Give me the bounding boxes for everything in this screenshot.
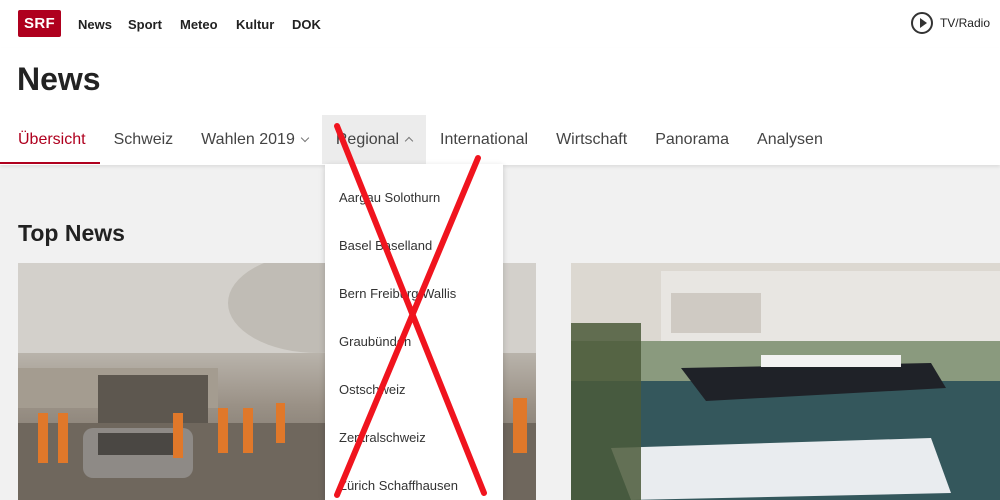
dropdown-item-zuerich-schaffhausen[interactable]: Zürich Schaffhausen bbox=[339, 478, 458, 493]
tab-international[interactable]: International bbox=[426, 115, 542, 164]
tab-label: Wahlen 2019 bbox=[201, 130, 295, 148]
tv-radio-link[interactable]: TV/Radio bbox=[910, 12, 990, 34]
section-title-top-news: Top News bbox=[18, 220, 125, 246]
tab-analysen[interactable]: Analysen bbox=[743, 115, 837, 164]
nav-sport[interactable]: Sport bbox=[128, 17, 162, 32]
page-title: News bbox=[17, 61, 101, 97]
sub-navigation: Übersicht Schweiz Wahlen 2019 Regional I… bbox=[0, 115, 837, 164]
tab-schweiz[interactable]: Schweiz bbox=[100, 115, 188, 164]
tab-label: Wirtschaft bbox=[556, 130, 628, 148]
play-icon bbox=[910, 12, 933, 34]
tab-label: Übersicht bbox=[18, 130, 86, 148]
dropdown-item-aargau-solothurn[interactable]: Aargau Solothurn bbox=[339, 190, 440, 205]
tab-label: Analysen bbox=[757, 130, 823, 148]
title-area: News Übersicht Schweiz Wahlen 2019 Regio… bbox=[0, 48, 1000, 165]
nav-dok[interactable]: DOK bbox=[292, 17, 321, 32]
dropdown-item-bern-freiburg-wallis[interactable]: Bern Freiburg Wallis bbox=[339, 286, 456, 301]
tv-radio-label: TV/Radio bbox=[939, 16, 990, 30]
tab-wirtschaft[interactable]: Wirtschaft bbox=[542, 115, 641, 164]
srf-logo[interactable]: SRF bbox=[18, 10, 61, 37]
tab-label: Schweiz bbox=[113, 130, 174, 148]
tab-panorama[interactable]: Panorama bbox=[641, 115, 743, 164]
tab-label: Panorama bbox=[655, 130, 730, 148]
nav-news[interactable]: News bbox=[78, 17, 112, 32]
chevron-up-icon bbox=[404, 136, 414, 146]
regional-dropdown-menu: Aargau Solothurn Basel Baselland Bern Fr… bbox=[325, 164, 503, 500]
nav-meteo[interactable]: Meteo bbox=[180, 17, 218, 32]
chevron-down-icon bbox=[300, 133, 310, 142]
dropdown-item-graubuenden[interactable]: Graubünden bbox=[339, 334, 411, 349]
tab-label: International bbox=[440, 130, 529, 148]
tab-wahlen-2019[interactable]: Wahlen 2019 bbox=[187, 115, 322, 164]
news-photo-2 bbox=[571, 263, 1000, 500]
news-image-2[interactable] bbox=[571, 263, 1000, 500]
tab-uebersicht[interactable]: Übersicht bbox=[0, 115, 100, 164]
dropdown-item-ostschweiz[interactable]: Ostschweiz bbox=[339, 382, 405, 397]
tab-label: Regional bbox=[335, 130, 400, 148]
nav-kultur[interactable]: Kultur bbox=[236, 17, 274, 32]
dropdown-item-basel-baselland[interactable]: Basel Baselland bbox=[339, 238, 432, 253]
dropdown-item-zentralschweiz[interactable]: Zentralschweiz bbox=[339, 430, 426, 445]
tab-regional[interactable]: Regional bbox=[321, 115, 427, 164]
